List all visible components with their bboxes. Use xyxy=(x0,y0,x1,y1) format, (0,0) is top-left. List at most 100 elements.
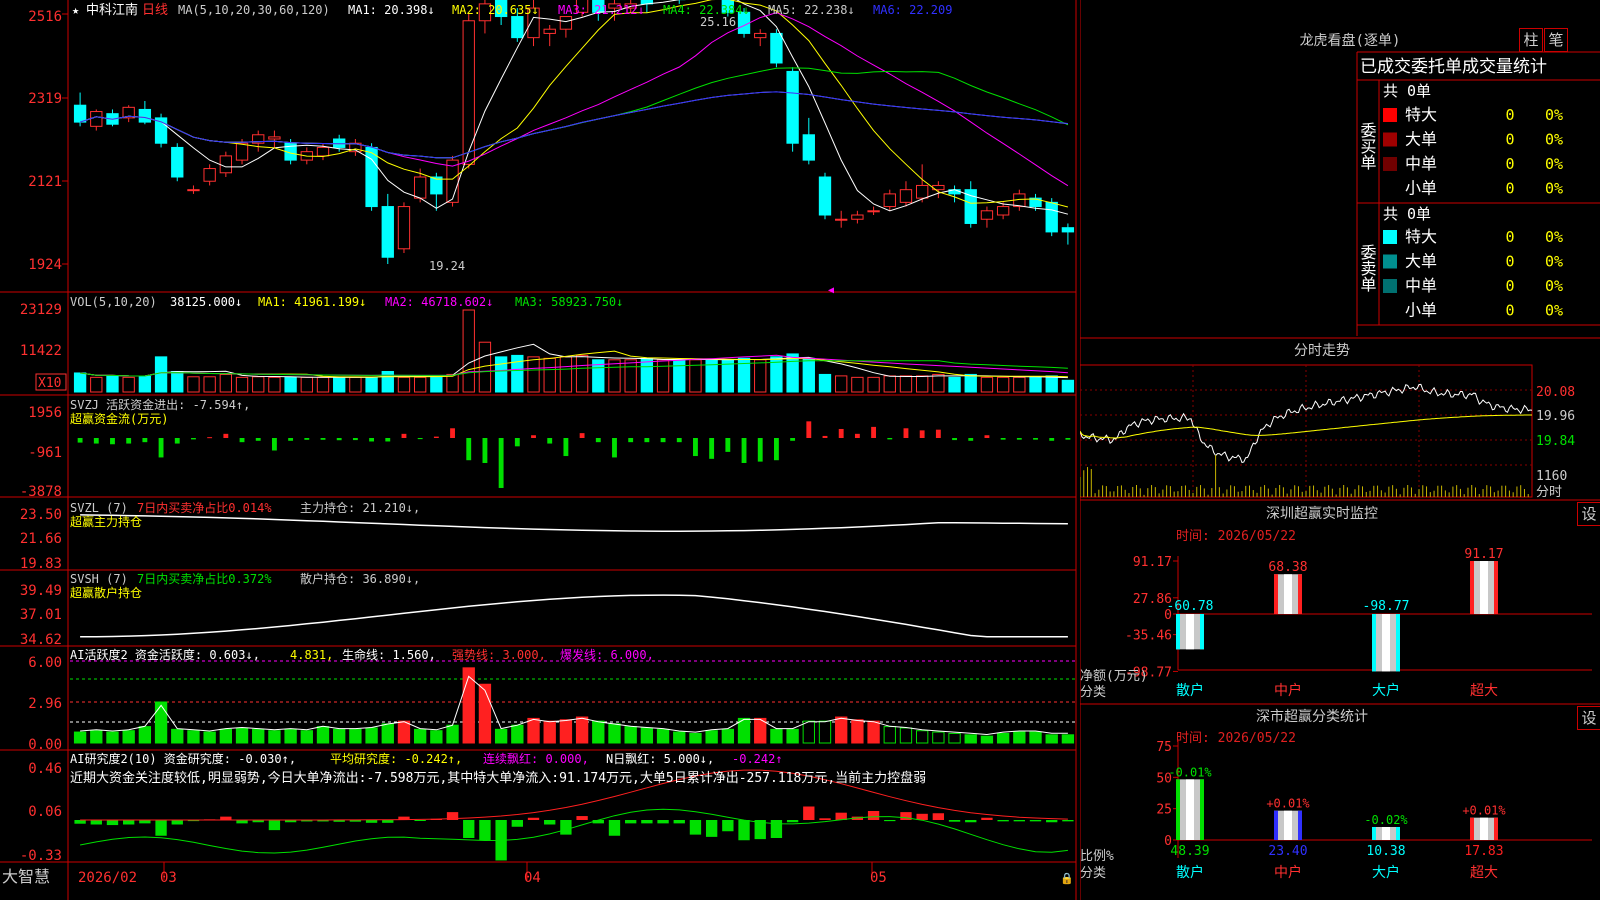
order-count: 0 xyxy=(1505,180,1514,198)
svzl-ratio: 7日内买卖净占比0.014% xyxy=(137,500,272,515)
volume-ma-line xyxy=(80,354,1068,377)
candle-body xyxy=(559,16,573,30)
ai-research-bar xyxy=(673,820,685,824)
volume-bar xyxy=(73,372,87,393)
svzj-flow-bars xyxy=(77,421,1071,488)
vol-axis-label: 11422 xyxy=(20,343,62,359)
intraday-chart[interactable] xyxy=(1080,364,1533,498)
order-count: 0 xyxy=(1505,131,1514,149)
lock-icon[interactable]: 🔒 xyxy=(1060,872,1074,885)
ai-research-bar xyxy=(90,820,102,825)
dist-bar-edge xyxy=(1200,779,1204,840)
ai-activity-bar xyxy=(462,667,475,744)
svzj-bar xyxy=(482,438,488,463)
ai-activity-bar xyxy=(996,732,1010,744)
ai-activity-bar xyxy=(138,726,152,744)
svzj-bar xyxy=(385,438,391,442)
ai-research-bar xyxy=(479,820,491,841)
intraday-title: 分时走势 xyxy=(1294,343,1350,359)
period-label[interactable]: 日线 xyxy=(142,3,168,18)
volume-ma-line xyxy=(80,360,1068,377)
ai-activity-bar xyxy=(673,731,686,744)
candle-body xyxy=(980,210,994,220)
stock-name[interactable]: 中科江南 xyxy=(86,2,138,18)
ai-activity-bar xyxy=(1045,734,1058,744)
net-flow-value: -60.78 xyxy=(1167,599,1214,614)
tick-mode-tab[interactable]: 笔 xyxy=(1544,28,1568,52)
vol-axis-label: 23129 xyxy=(20,302,62,318)
dist-settings-button[interactable]: 设 xyxy=(1577,706,1600,730)
volume-bar xyxy=(575,354,589,393)
candle-body xyxy=(219,155,233,174)
order-pct: 0% xyxy=(1545,180,1563,198)
ma-label: MA(5,10,20,30,60,120) xyxy=(178,3,330,17)
bar-mode-tab[interactable]: 柱 xyxy=(1519,28,1543,52)
svsh-hold: 散户持仓: 36.890↓, xyxy=(300,571,420,586)
dist-ylabel: 比例% xyxy=(1080,849,1114,864)
ai-activity-bar xyxy=(608,723,621,744)
candle-body xyxy=(73,104,87,123)
volume-bar xyxy=(673,359,686,393)
svzj-axis-label: 1956 xyxy=(28,405,62,421)
buy-side-label: 委买单 xyxy=(1358,122,1377,170)
ai1-burstline: 爆发线: 6.000, xyxy=(560,647,654,662)
order-pct: 0% xyxy=(1545,228,1563,246)
candle-body xyxy=(316,146,330,157)
svzj-bar xyxy=(271,438,277,451)
ai-activity-bar xyxy=(802,720,815,744)
sz-monitor-settings-button[interactable]: 设 xyxy=(1577,502,1600,526)
order-pct: 0% xyxy=(1545,106,1563,124)
ai-research-bar xyxy=(819,818,831,820)
svzj-bar xyxy=(352,438,358,441)
net-flow-bar-edge xyxy=(1470,561,1474,614)
order-color-swatch xyxy=(1383,157,1397,171)
svzj-bar xyxy=(773,438,779,461)
ai1-strongline: 强势线: 3.000, xyxy=(452,648,546,662)
ai-activity-bar xyxy=(915,730,929,744)
volume-bar xyxy=(915,375,929,393)
dist-value: 17.83 xyxy=(1464,844,1503,859)
svzj-bar xyxy=(919,430,925,438)
order-color-swatch xyxy=(1383,254,1397,269)
ai-activity-bar xyxy=(300,730,313,744)
ma1-value: MA1: 20.398↓ xyxy=(348,3,435,17)
volume-bar xyxy=(397,376,411,393)
candle-body xyxy=(915,184,929,199)
ai-activity-bar xyxy=(721,728,735,744)
sz-monitor-time: 时间: 2026/05/22 xyxy=(1176,529,1296,544)
vol-unit-label: X10 xyxy=(38,376,61,391)
sz-axis-label: 91.17 xyxy=(1133,555,1172,570)
dist-time: 时间: 2026/05/22 xyxy=(1176,731,1296,746)
svzj-bar xyxy=(142,438,148,443)
svsh-subtitle: 超赢散户持仓 xyxy=(70,585,142,600)
ai-activity-bar xyxy=(948,732,961,744)
ai-activity-bar xyxy=(268,730,281,744)
volume-bar xyxy=(154,356,168,393)
order-size-label: 中单 xyxy=(1405,154,1437,173)
price-axis-label: 2516 xyxy=(28,9,62,25)
net-flow-bar-edge xyxy=(1200,614,1204,650)
sell-order-rows: 特大 0 0% 大单 0 0% 中单 0 0% 小单 0 0% xyxy=(1383,227,1563,320)
order-size-label: 特大 xyxy=(1405,105,1437,124)
ai-activity-bar xyxy=(932,731,945,744)
ai-research-bar xyxy=(511,820,523,827)
candle-body xyxy=(203,168,216,182)
intraday-axis-label: 19.96 xyxy=(1536,409,1575,424)
category-label: 大户 xyxy=(1372,682,1400,699)
ai2-axis-label: -0.33 xyxy=(20,848,62,864)
dist-bar-highlight xyxy=(1480,817,1488,840)
ai-activity-bar xyxy=(494,728,508,744)
svzj-bar xyxy=(854,433,860,438)
svzl-axis-label: 19.83 xyxy=(20,556,62,572)
ai1-label: AI活跃度2 资金活跃度: 0.603↓, xyxy=(70,647,260,662)
order-color-swatch xyxy=(1383,303,1397,318)
ai2-comment: 近期大资金关注度较低,明显弱势,今日大单净流出:-7.598万元,其中特大单净流… xyxy=(70,770,926,786)
ai-research-bar xyxy=(900,812,912,820)
dist-change: -0.01% xyxy=(1168,765,1212,779)
svzj-bar xyxy=(595,438,601,443)
kline-chart-area[interactable]: 2516 2319 2121 1924 25.16 19.24 ★ 中科江南 日… xyxy=(0,0,1080,900)
ai-activity-bar xyxy=(705,730,718,744)
order-size-label: 中单 xyxy=(1405,276,1437,295)
volume-bar xyxy=(187,376,200,393)
svsh-prefix: SVSH (7) xyxy=(70,572,128,586)
